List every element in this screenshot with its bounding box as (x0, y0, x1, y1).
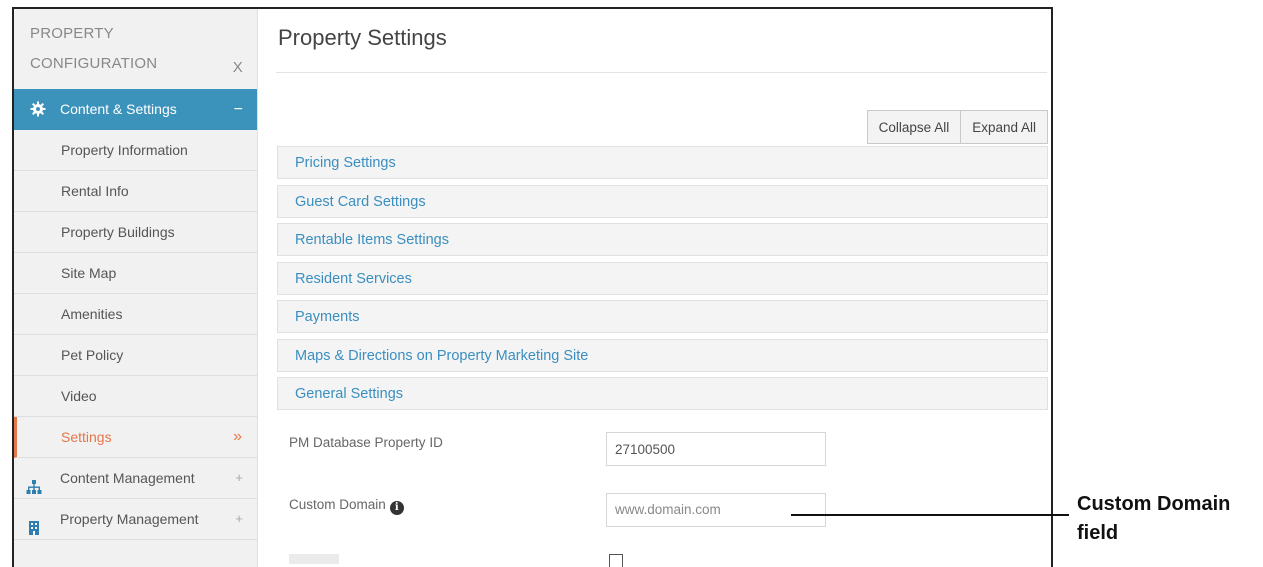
collapse-expand-group: Collapse All Expand All (866, 110, 1048, 144)
panel-guest-card-settings[interactable]: Guest Card Settings (277, 185, 1048, 218)
panel-general-settings[interactable]: General Settings (277, 377, 1048, 410)
sidebar: PROPERTY CONFIGURATION X Content & Setti… (14, 9, 258, 567)
sidebar-title-line1: PROPERTY (30, 25, 114, 42)
pm-database-property-id-field[interactable]: 27100500 (606, 432, 826, 466)
checkbox[interactable] (609, 554, 623, 567)
panel-rentable-items-settings[interactable]: Rentable Items Settings (277, 223, 1048, 256)
sidebar-item-site-map[interactable]: Site Map (14, 253, 257, 294)
sidebar-item-amenities[interactable]: Amenities (14, 294, 257, 335)
sidebar-group-property-management[interactable]: Property Management + (14, 499, 257, 540)
gear-icon (28, 89, 48, 130)
custom-domain-label: Custom Domain i (289, 497, 404, 515)
title-divider (276, 72, 1047, 73)
sidebar-section-content-settings[interactable]: Content & Settings − (14, 89, 257, 130)
sidebar-item-label: Rental Info (61, 183, 129, 199)
sidebar-item-label: Pet Policy (61, 347, 124, 363)
callout-label: Custom Domain field (1077, 490, 1230, 548)
sidebar-group-content-management[interactable]: Content Management + (14, 458, 257, 499)
close-sidebar-button[interactable]: X (233, 53, 243, 83)
custom-domain-field[interactable] (606, 493, 826, 527)
panel-pricing-settings[interactable]: Pricing Settings (277, 146, 1048, 179)
info-icon[interactable]: i (389, 501, 404, 515)
next-field-label-partial (289, 554, 339, 564)
pm-database-property-id-label: PM Database Property ID (289, 435, 443, 450)
app-frame: PROPERTY CONFIGURATION X Content & Setti… (12, 7, 1053, 567)
double-chevron-right-icon: » (233, 428, 242, 445)
panel-payments[interactable]: Payments (277, 300, 1048, 333)
sidebar-item-label: Video (61, 388, 97, 404)
sidebar-item-settings[interactable]: Settings » (14, 417, 257, 458)
sidebar-item-label: Amenities (61, 306, 123, 322)
sidebar-group-label: Content Management (60, 470, 195, 486)
sidebar-item-property-buildings[interactable]: Property Buildings (14, 212, 257, 253)
sidebar-item-label: Property Buildings (61, 224, 175, 240)
sidebar-group-label: Property Management (60, 511, 199, 527)
sidebar-section-label: Content & Settings (60, 101, 177, 117)
callout-line1: Custom Domain (1077, 493, 1231, 515)
sidebar-item-property-information[interactable]: Property Information (14, 130, 257, 171)
expand-icon[interactable]: + (235, 458, 243, 498)
expand-icon[interactable]: + (235, 499, 243, 539)
building-icon (26, 511, 42, 535)
panel-resident-services[interactable]: Resident Services (277, 262, 1048, 295)
sidebar-item-label: Settings (61, 429, 112, 445)
callout-line (791, 514, 1069, 516)
collapse-icon[interactable]: − (234, 89, 243, 130)
collapse-all-button[interactable]: Collapse All (866, 110, 962, 144)
sidebar-header: PROPERTY CONFIGURATION X (14, 9, 257, 89)
sidebar-item-rental-info[interactable]: Rental Info (14, 171, 257, 212)
sidebar-item-label: Property Information (61, 142, 188, 158)
sidebar-item-pet-policy[interactable]: Pet Policy (14, 335, 257, 376)
panel-maps-directions[interactable]: Maps & Directions on Property Marketing … (277, 339, 1048, 372)
sidebar-item-video[interactable]: Video (14, 376, 257, 417)
expand-all-button[interactable]: Expand All (960, 110, 1048, 144)
page-title: Property Settings (278, 25, 447, 50)
custom-domain-label-text: Custom Domain (289, 497, 386, 512)
sitemap-icon (26, 470, 42, 494)
sidebar-title-line2: CONFIGURATION (30, 55, 158, 72)
sidebar-item-label: Site Map (61, 265, 117, 281)
callout-line2: field (1077, 522, 1119, 544)
main-content: Property Settings Collapse All Expand Al… (276, 9, 1049, 567)
